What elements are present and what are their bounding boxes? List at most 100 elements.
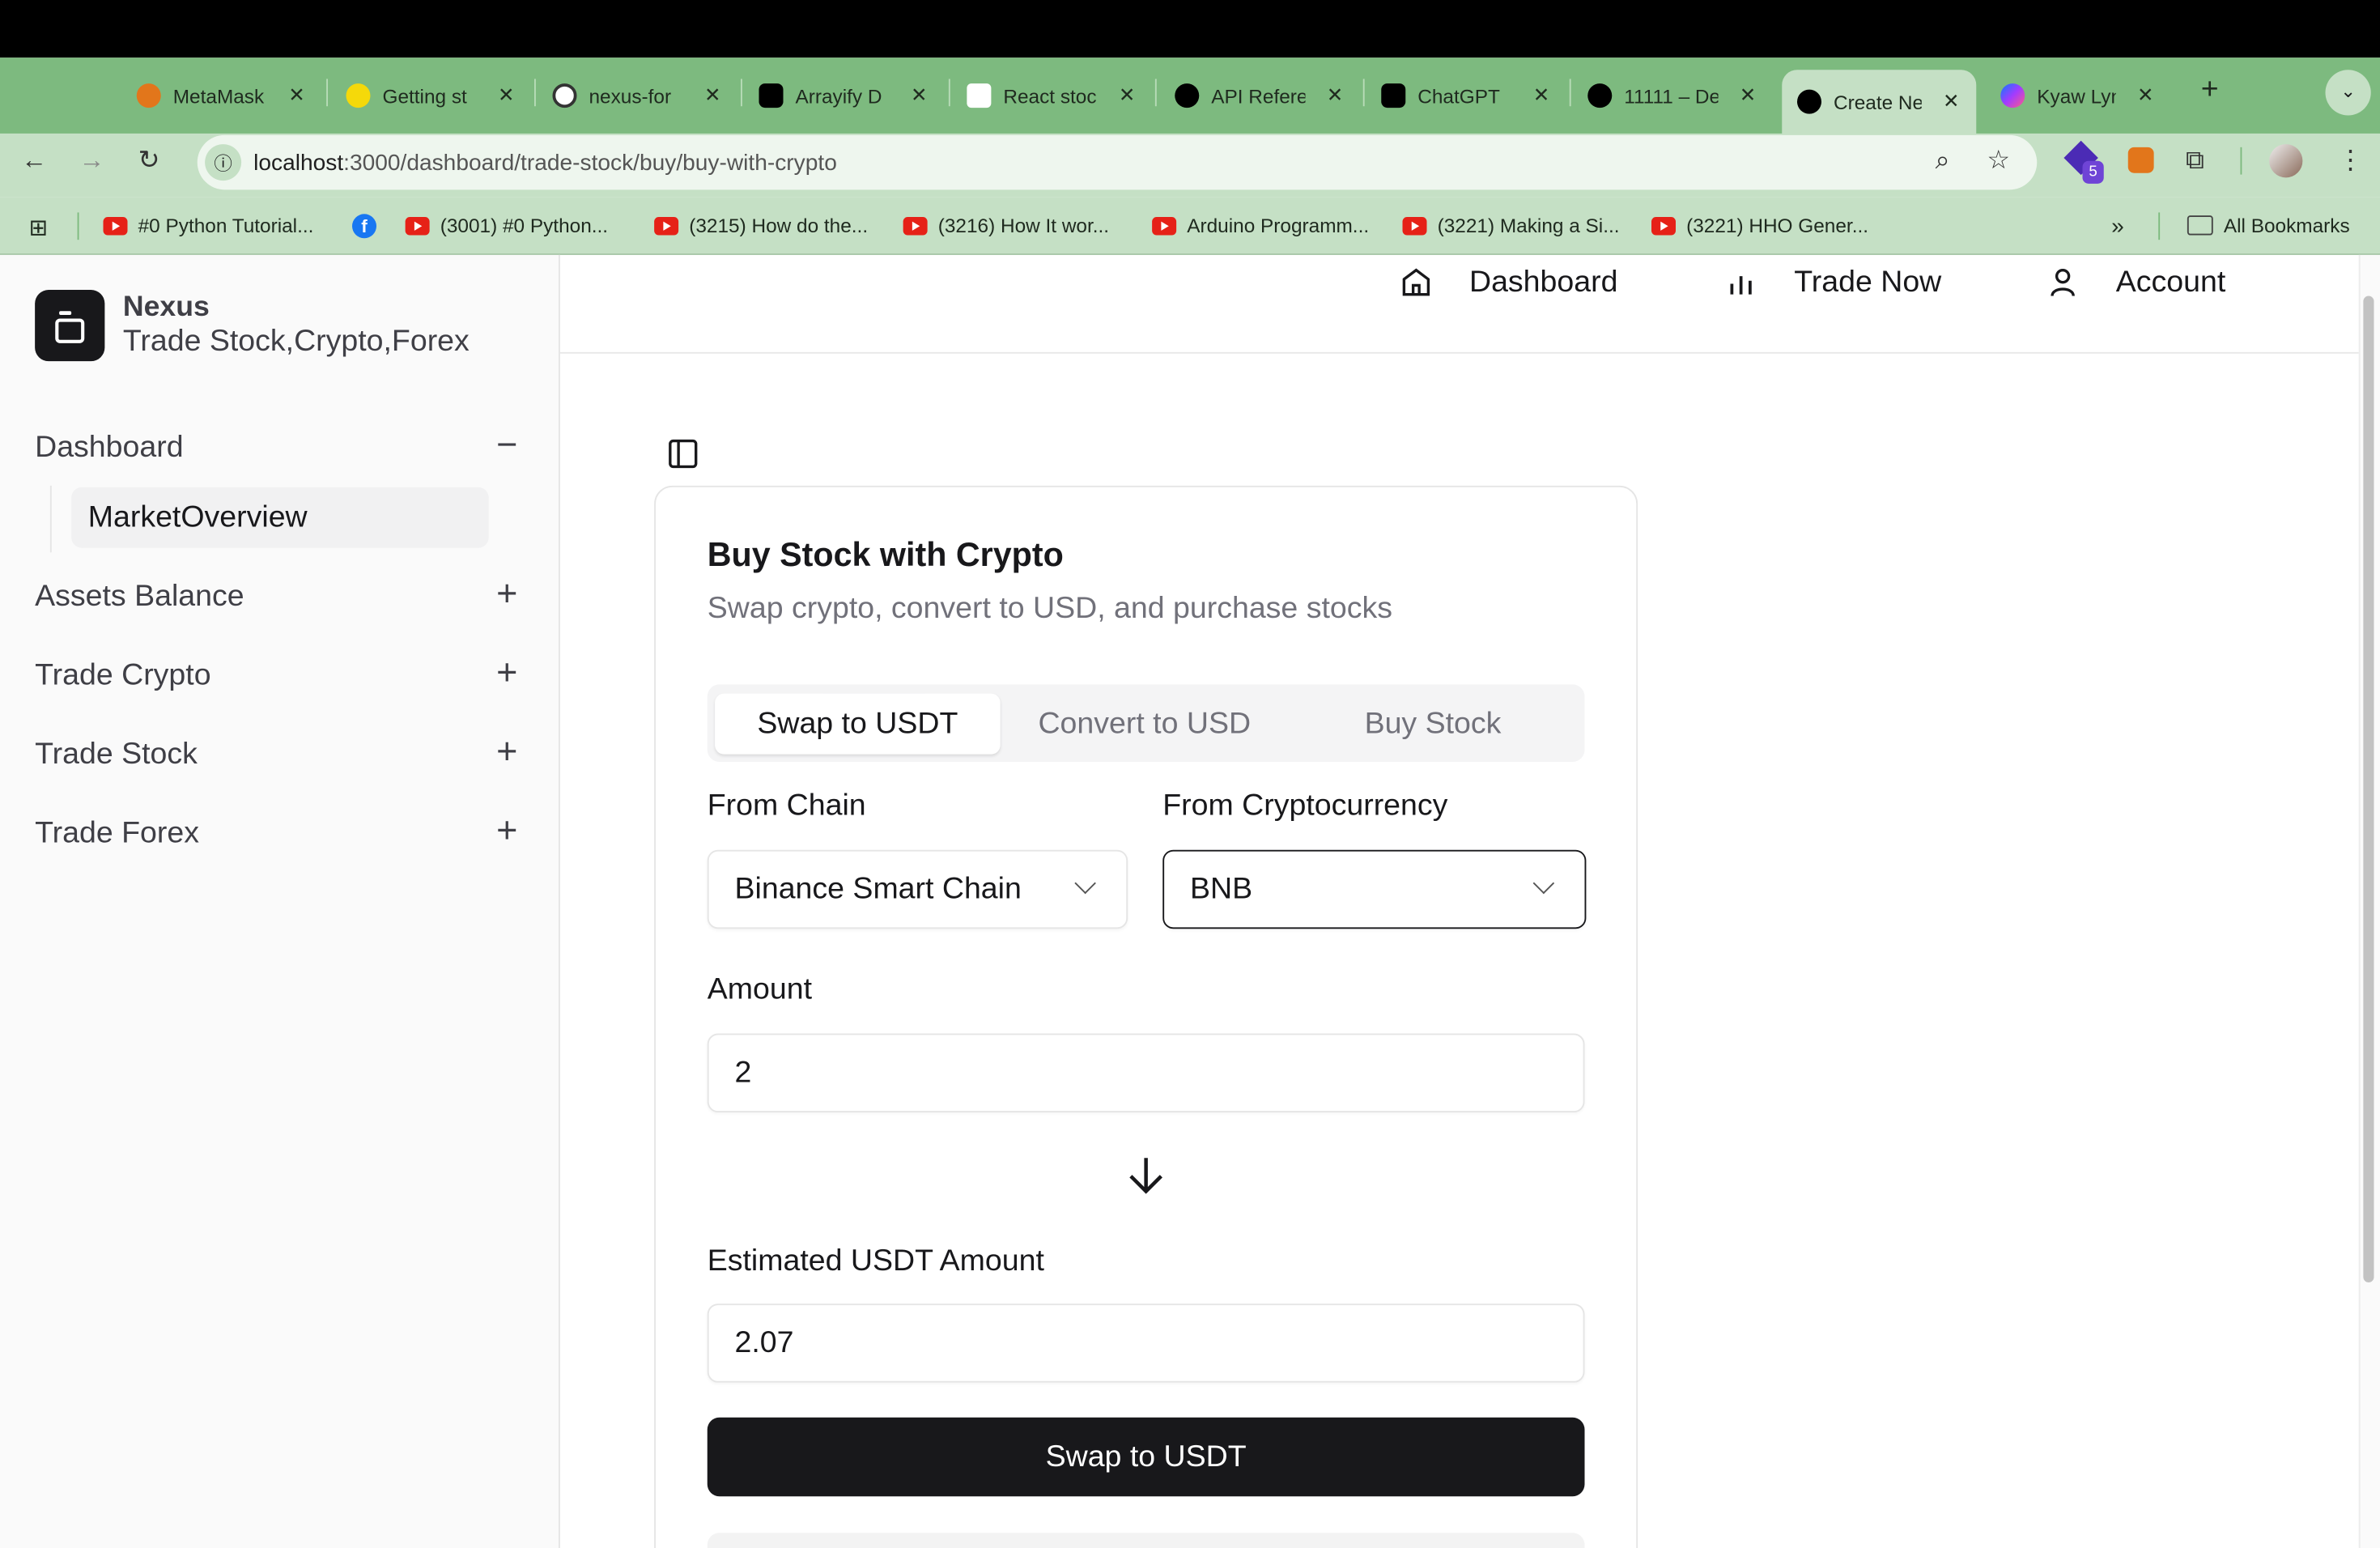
- youtube-icon: [405, 216, 430, 235]
- bookmark-item[interactable]: Arduino Programm...: [1152, 214, 1369, 236]
- tab-react-stock[interactable]: React stoc ✕: [967, 73, 1135, 118]
- close-icon[interactable]: ✕: [2137, 83, 2153, 108]
- tab-api-reference[interactable]: API Refere ✕: [1175, 73, 1343, 118]
- estimate-label: Estimated USDT Amount: [707, 1244, 1044, 1278]
- vercel-icon: [1797, 89, 1821, 114]
- tab-kyaw-lynn[interactable]: Kyaw Lyn ✕: [2000, 73, 2153, 118]
- close-icon[interactable]: ✕: [1327, 83, 1343, 108]
- sidebar-item-dashboard[interactable]: Dashboard: [35, 431, 183, 466]
- close-icon[interactable]: ✕: [1943, 90, 1959, 114]
- nav-dashboard[interactable]: Dashboard: [1398, 264, 1617, 300]
- all-bookmarks-button[interactable]: All Bookmarks: [2187, 214, 2350, 236]
- metamask-extension-icon[interactable]: [2127, 147, 2154, 173]
- from-chain-value: Binance Smart Chain: [734, 871, 1022, 906]
- bookmark-item[interactable]: (3001) #0 Python...: [405, 214, 608, 236]
- tab-separator: [326, 79, 328, 107]
- apps-grid-icon[interactable]: ⊞: [29, 214, 49, 241]
- tab-title: Create Ne: [1834, 90, 1922, 113]
- bookmark-item[interactable]: (3221) HHO Gener...: [1651, 214, 1868, 236]
- tab-convert-to-usd[interactable]: Convert to USD: [1002, 694, 1288, 755]
- card-title: Buy Stock with Crypto: [707, 535, 1064, 574]
- close-icon[interactable]: ✕: [1119, 83, 1135, 108]
- tab-chatgpt[interactable]: ChatGPT ✕: [1381, 73, 1549, 118]
- tab-title: nexus-for: [589, 84, 672, 108]
- close-icon[interactable]: ✕: [288, 83, 304, 108]
- bookmark-item[interactable]: f: [352, 214, 376, 239]
- bookmark-label: #0 Python Tutorial...: [138, 214, 314, 237]
- close-icon[interactable]: ✕: [498, 83, 514, 108]
- buy-stock-card: [654, 485, 1638, 1548]
- reload-icon[interactable]: ↻: [138, 146, 160, 176]
- bookmark-item[interactable]: (3216) How It wor...: [903, 214, 1109, 236]
- close-icon[interactable]: ✕: [1533, 83, 1549, 108]
- zoom-icon[interactable]: ⌕: [1936, 146, 1950, 176]
- close-icon[interactable]: ✕: [911, 83, 927, 108]
- bookmark-label: (3215) How do the...: [689, 214, 869, 237]
- sidebar-item-trade-forex[interactable]: Trade Forex: [35, 816, 199, 851]
- metamask-icon: [136, 83, 161, 108]
- swap-to-usdt-button[interactable]: Swap to USDT: [707, 1417, 1585, 1497]
- sidebar-toggle-icon[interactable]: [668, 439, 699, 469]
- youtube-icon: [1152, 216, 1177, 235]
- tab-getting-started[interactable]: Getting st ✕: [346, 73, 514, 118]
- site-info-icon[interactable]: ⓘ: [205, 144, 242, 181]
- tab-search-chevron-icon[interactable]: ⌄: [2325, 70, 2371, 116]
- card-subtitle: Swap crypto, convert to USD, and purchas…: [707, 592, 1392, 626]
- from-crypto-select[interactable]: BNB: [1162, 849, 1587, 929]
- amount-input[interactable]: 2: [707, 1033, 1585, 1113]
- home-icon: [1402, 268, 1430, 296]
- estimated-usdt-field[interactable]: 2.07: [707, 1303, 1585, 1383]
- tab-title: Arrayify D: [795, 84, 882, 108]
- expand-icon[interactable]: +: [489, 810, 525, 853]
- new-tab-button[interactable]: +: [2201, 73, 2219, 108]
- tab-separator: [534, 79, 536, 107]
- menu-kebab-icon[interactable]: ⋮: [2338, 146, 2364, 176]
- tab-buy-stock[interactable]: Buy Stock: [1290, 694, 1576, 755]
- expand-icon[interactable]: +: [489, 574, 525, 616]
- from-crypto-value: BNB: [1190, 871, 1253, 906]
- tab-arrayify[interactable]: Arrayify D ✕: [759, 73, 927, 118]
- toolbar-divider: [2240, 147, 2242, 175]
- profile-avatar[interactable]: [2269, 144, 2303, 178]
- arrow-down-icon: [1129, 1158, 1162, 1194]
- tab-title: React stoc: [1003, 84, 1097, 108]
- bookmark-label: (3221) Making a Si...: [1437, 214, 1620, 237]
- bookmark-star-icon[interactable]: ☆: [1987, 146, 2010, 176]
- more-bookmarks-button[interactable]: »: [2111, 214, 2124, 240]
- vercel-icon: [1587, 83, 1613, 108]
- sidebar-item-assets-balance[interactable]: Assets Balance: [35, 580, 244, 615]
- bookmark-item[interactable]: (3221) Making a Si...: [1402, 214, 1620, 237]
- tab-github[interactable]: nexus-for ✕: [552, 73, 720, 118]
- bookmark-item[interactable]: (3215) How do the...: [654, 214, 868, 236]
- tab-separator: [1362, 79, 1365, 107]
- sidebar-subitem-market-overview[interactable]: MarketOverview: [71, 487, 489, 548]
- warning-icon: [346, 83, 371, 108]
- nav-trade-now-label: Trade Now: [1794, 265, 1942, 299]
- youtube-icon: [654, 216, 679, 235]
- expand-icon[interactable]: +: [489, 732, 525, 774]
- close-icon[interactable]: ✕: [1740, 83, 1756, 108]
- expand-icon[interactable]: +: [489, 653, 525, 695]
- extensions-puzzle-icon[interactable]: ⧉: [2186, 146, 2204, 176]
- bookmark-item[interactable]: #0 Python Tutorial...: [103, 214, 314, 237]
- submenu-line: [49, 485, 52, 553]
- tab-title: 11111 – De: [1624, 84, 1719, 108]
- sidebar-item-trade-crypto[interactable]: Trade Crypto: [35, 659, 210, 694]
- from-chain-select[interactable]: Binance Smart Chain: [707, 849, 1128, 929]
- tab-separator: [1154, 79, 1157, 107]
- tab-swap-to-usdt[interactable]: Swap to USDT: [715, 693, 1001, 755]
- tab-11111[interactable]: 11111 – De ✕: [1587, 73, 1756, 118]
- tab-title: ChatGPT: [1417, 84, 1500, 108]
- sidebar-item-trade-stock[interactable]: Trade Stock: [35, 738, 198, 772]
- tab-metamask[interactable]: MetaMask ✕: [136, 73, 305, 118]
- nav-account[interactable]: Account: [2045, 264, 2225, 300]
- address-bar[interactable]: ⓘ localhost:3000/dashboard/trade-stock/b…: [197, 134, 2038, 190]
- collapse-icon[interactable]: −: [489, 425, 525, 467]
- back-icon[interactable]: ←: [21, 146, 47, 176]
- scrollbar-thumb[interactable]: [2363, 296, 2374, 1282]
- tab-create-new[interactable]: Create Ne ✕: [1782, 70, 1977, 134]
- close-icon[interactable]: ✕: [704, 83, 720, 108]
- forward-icon[interactable]: →: [79, 146, 105, 176]
- v0-icon: [967, 83, 992, 108]
- nav-trade-now[interactable]: Trade Now: [1723, 264, 1941, 300]
